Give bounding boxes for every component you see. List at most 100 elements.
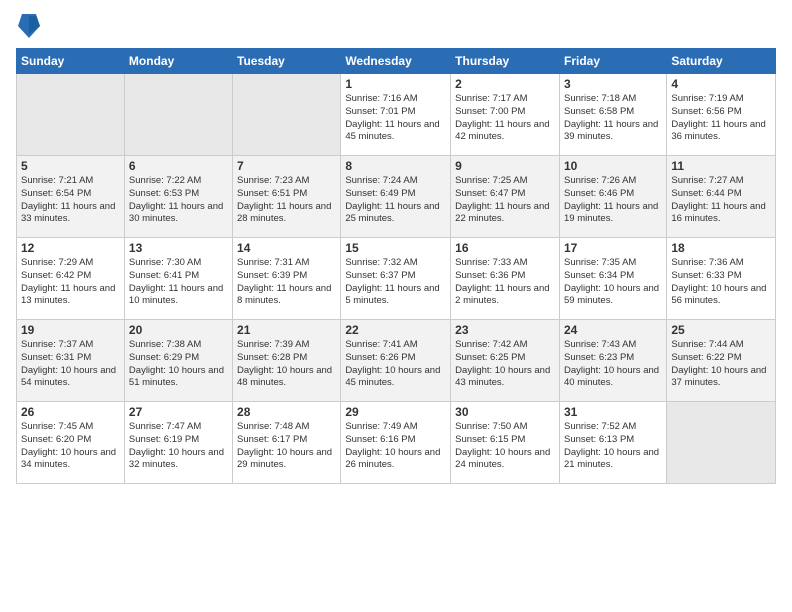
day-info: Sunrise: 7:18 AM Sunset: 6:58 PM Dayligh… xyxy=(564,93,662,144)
day-info: Sunrise: 7:37 AM Sunset: 6:31 PM Dayligh… xyxy=(21,339,120,390)
calendar-cell xyxy=(124,74,232,156)
calendar-cell: 27 Sunrise: 7:47 AM Sunset: 6:19 PM Dayli… xyxy=(124,402,232,484)
calendar-cell: 15 Sunrise: 7:32 AM Sunset: 6:37 PM Dayli… xyxy=(341,238,451,320)
logo xyxy=(16,12,40,40)
day-number: 23 xyxy=(455,323,555,337)
day-number: 31 xyxy=(564,405,662,419)
calendar-cell: 16Sunrise: 7:33 AM Sunset: 6:36 PM Dayli… xyxy=(451,238,560,320)
day-number: 10 xyxy=(564,159,662,173)
day-info: Sunrise: 7:36 AM Sunset: 6:33 PM Dayligh… xyxy=(671,257,771,308)
day-number: 2 xyxy=(455,77,555,91)
day-number: 30 xyxy=(455,405,555,419)
day-header-monday: Monday xyxy=(124,49,232,74)
day-number: 25 xyxy=(671,323,771,337)
day-info: Sunrise: 7:42 AM Sunset: 6:25 PM Dayligh… xyxy=(455,339,555,390)
calendar-week-row: 26 Sunrise: 7:45 AM Sunset: 6:20 PM Dayli… xyxy=(17,402,776,484)
calendar-week-row: 12 Sunrise: 7:29 AM Sunset: 6:42 PM Dayli… xyxy=(17,238,776,320)
calendar-week-row: 5 Sunrise: 7:21 AM Sunset: 6:54 PM Daylig… xyxy=(17,156,776,238)
day-header-wednesday: Wednesday xyxy=(341,49,451,74)
day-info: Sunrise: 7:50 AM Sunset: 6:15 PM Dayligh… xyxy=(455,421,555,472)
day-header-sunday: Sunday xyxy=(17,49,125,74)
day-number: 15 xyxy=(345,241,446,255)
calendar-cell: 14 Sunrise: 7:31 AM Sunset: 6:39 PM Dayli… xyxy=(233,238,341,320)
day-number: 12 xyxy=(21,241,120,255)
day-info: Sunrise: 7:29 AM Sunset: 6:42 PM Dayligh… xyxy=(21,257,120,308)
calendar-cell: 6Sunrise: 7:22 AM Sunset: 6:53 PM Daylig… xyxy=(124,156,232,238)
day-info: Sunrise: 7:39 AM Sunset: 6:28 PM Dayligh… xyxy=(237,339,336,390)
calendar-cell: 9Sunrise: 7:25 AM Sunset: 6:47 PM Daylig… xyxy=(451,156,560,238)
calendar-cell: 22Sunrise: 7:41 AM Sunset: 6:26 PM Dayli… xyxy=(341,320,451,402)
day-info: Sunrise: 7:35 AM Sunset: 6:34 PM Dayligh… xyxy=(564,257,662,308)
day-info: Sunrise: 7:45 AM Sunset: 6:20 PM Dayligh… xyxy=(21,421,120,472)
calendar-cell xyxy=(17,74,125,156)
day-number: 11 xyxy=(671,159,771,173)
day-number: 17 xyxy=(564,241,662,255)
day-number: 3 xyxy=(564,77,662,91)
day-number: 19 xyxy=(21,323,120,337)
day-info: Sunrise: 7:52 AM Sunset: 6:13 PM Dayligh… xyxy=(564,421,662,472)
calendar-cell: 8 Sunrise: 7:24 AM Sunset: 6:49 PM Daylig… xyxy=(341,156,451,238)
day-info: Sunrise: 7:49 AM Sunset: 6:16 PM Dayligh… xyxy=(345,421,446,472)
calendar-header-row: SundayMondayTuesdayWednesdayThursdayFrid… xyxy=(17,49,776,74)
calendar-cell: 13 Sunrise: 7:30 AM Sunset: 6:41 PM Dayli… xyxy=(124,238,232,320)
day-info: Sunrise: 7:43 AM Sunset: 6:23 PM Dayligh… xyxy=(564,339,662,390)
calendar-cell: 25Sunrise: 7:44 AM Sunset: 6:22 PM Dayli… xyxy=(667,320,776,402)
day-header-tuesday: Tuesday xyxy=(233,49,341,74)
day-number: 29 xyxy=(345,405,446,419)
calendar-cell: 26 Sunrise: 7:45 AM Sunset: 6:20 PM Dayli… xyxy=(17,402,125,484)
calendar-cell: 12 Sunrise: 7:29 AM Sunset: 6:42 PM Dayli… xyxy=(17,238,125,320)
day-info: Sunrise: 7:48 AM Sunset: 6:17 PM Dayligh… xyxy=(237,421,336,472)
calendar-cell: 30 Sunrise: 7:50 AM Sunset: 6:15 PM Dayli… xyxy=(451,402,560,484)
day-number: 28 xyxy=(237,405,336,419)
calendar-cell: 4 Sunrise: 7:19 AM Sunset: 6:56 PM Daylig… xyxy=(667,74,776,156)
calendar-cell: 10 Sunrise: 7:26 AM Sunset: 6:46 PM Dayli… xyxy=(559,156,666,238)
day-number: 9 xyxy=(455,159,555,173)
day-info: Sunrise: 7:26 AM Sunset: 6:46 PM Dayligh… xyxy=(564,175,662,226)
day-info: Sunrise: 7:21 AM Sunset: 6:54 PM Dayligh… xyxy=(21,175,120,226)
day-header-friday: Friday xyxy=(559,49,666,74)
calendar-cell: 7 Sunrise: 7:23 AM Sunset: 6:51 PM Daylig… xyxy=(233,156,341,238)
day-number: 4 xyxy=(671,77,771,91)
calendar-week-row: 1Sunrise: 7:16 AM Sunset: 7:01 PM Daylig… xyxy=(17,74,776,156)
day-number: 13 xyxy=(129,241,228,255)
day-number: 20 xyxy=(129,323,228,337)
calendar-cell: 29 Sunrise: 7:49 AM Sunset: 6:16 PM Dayli… xyxy=(341,402,451,484)
calendar-cell: 18 Sunrise: 7:36 AM Sunset: 6:33 PM Dayli… xyxy=(667,238,776,320)
calendar-cell: 5 Sunrise: 7:21 AM Sunset: 6:54 PM Daylig… xyxy=(17,156,125,238)
day-info: Sunrise: 7:19 AM Sunset: 6:56 PM Dayligh… xyxy=(671,93,771,144)
day-info: Sunrise: 7:30 AM Sunset: 6:41 PM Dayligh… xyxy=(129,257,228,308)
day-info: Sunrise: 7:33 AM Sunset: 6:36 PM Dayligh… xyxy=(455,257,555,308)
calendar-table: SundayMondayTuesdayWednesdayThursdayFrid… xyxy=(16,48,776,484)
day-number: 14 xyxy=(237,241,336,255)
header xyxy=(16,12,776,40)
day-number: 18 xyxy=(671,241,771,255)
calendar-cell xyxy=(233,74,341,156)
day-number: 7 xyxy=(237,159,336,173)
day-info: Sunrise: 7:32 AM Sunset: 6:37 PM Dayligh… xyxy=(345,257,446,308)
day-number: 27 xyxy=(129,405,228,419)
calendar-cell: 1Sunrise: 7:16 AM Sunset: 7:01 PM Daylig… xyxy=(341,74,451,156)
day-header-thursday: Thursday xyxy=(451,49,560,74)
day-info: Sunrise: 7:17 AM Sunset: 7:00 PM Dayligh… xyxy=(455,93,555,144)
day-info: Sunrise: 7:16 AM Sunset: 7:01 PM Dayligh… xyxy=(345,93,446,144)
day-number: 8 xyxy=(345,159,446,173)
day-header-saturday: Saturday xyxy=(667,49,776,74)
day-info: Sunrise: 7:22 AM Sunset: 6:53 PM Dayligh… xyxy=(129,175,228,226)
day-number: 26 xyxy=(21,405,120,419)
calendar-cell: 11 Sunrise: 7:27 AM Sunset: 6:44 PM Dayli… xyxy=(667,156,776,238)
logo-icon xyxy=(18,12,40,40)
page: SundayMondayTuesdayWednesdayThursdayFrid… xyxy=(0,0,792,612)
calendar-cell xyxy=(667,402,776,484)
day-info: Sunrise: 7:23 AM Sunset: 6:51 PM Dayligh… xyxy=(237,175,336,226)
calendar-week-row: 19 Sunrise: 7:37 AM Sunset: 6:31 PM Dayli… xyxy=(17,320,776,402)
calendar-cell: 17 Sunrise: 7:35 AM Sunset: 6:34 PM Dayli… xyxy=(559,238,666,320)
calendar-cell: 2 Sunrise: 7:17 AM Sunset: 7:00 PM Daylig… xyxy=(451,74,560,156)
day-info: Sunrise: 7:31 AM Sunset: 6:39 PM Dayligh… xyxy=(237,257,336,308)
day-number: 5 xyxy=(21,159,120,173)
day-info: Sunrise: 7:24 AM Sunset: 6:49 PM Dayligh… xyxy=(345,175,446,226)
day-number: 22 xyxy=(345,323,446,337)
calendar-cell: 23 Sunrise: 7:42 AM Sunset: 6:25 PM Dayli… xyxy=(451,320,560,402)
day-info: Sunrise: 7:47 AM Sunset: 6:19 PM Dayligh… xyxy=(129,421,228,472)
calendar-cell: 20Sunrise: 7:38 AM Sunset: 6:29 PM Dayli… xyxy=(124,320,232,402)
day-info: Sunrise: 7:27 AM Sunset: 6:44 PM Dayligh… xyxy=(671,175,771,226)
